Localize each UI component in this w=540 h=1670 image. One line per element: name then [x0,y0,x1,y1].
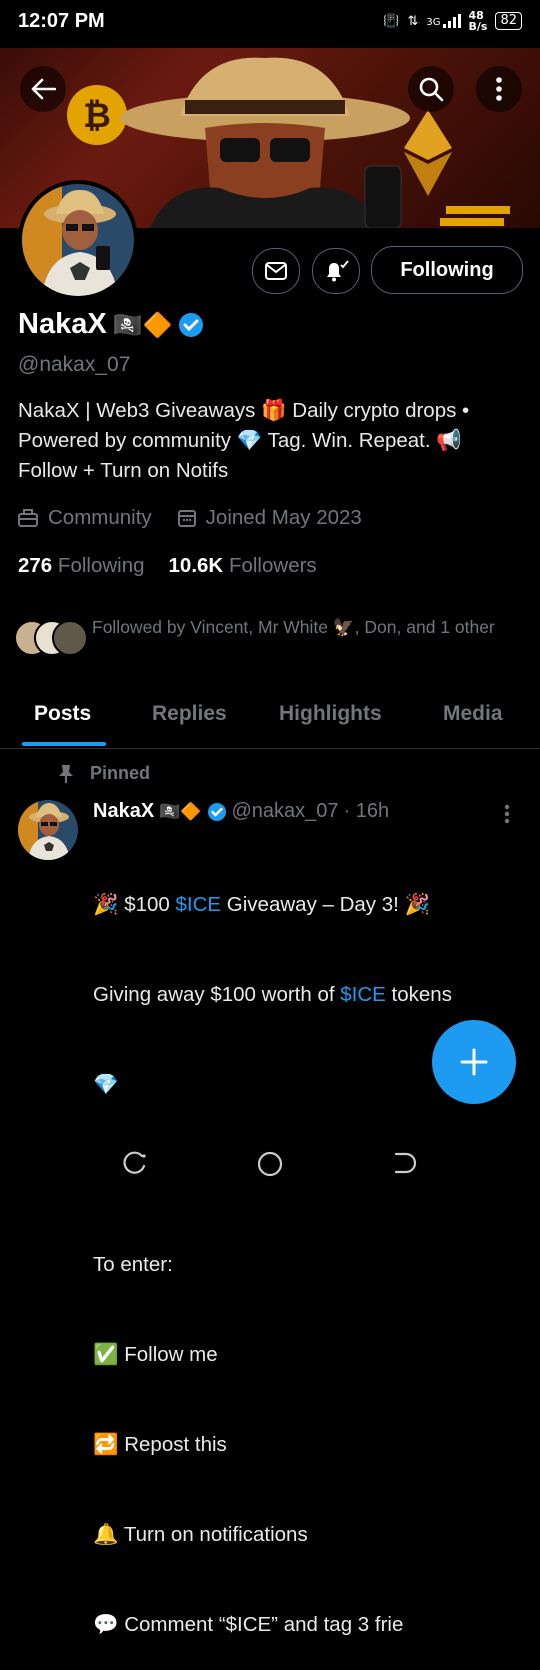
notifications-button[interactable] [312,248,360,294]
post-line: To enter: [93,1253,173,1276]
home-icon[interactable] [256,1150,284,1178]
data-speed: 48 B/s [468,9,488,33]
back-button[interactable] [20,66,66,112]
post-author-emoji: 🏴‍☠️🔶 [159,801,202,822]
envelope-icon [265,262,287,280]
post-text: 🎉 $100 $ICE Giveaway – Day 3! 🎉 Giving a… [93,830,538,1670]
pinned-label: Pinned [90,763,151,783]
search-button[interactable] [408,66,454,112]
recent-apps-icon[interactable] [122,1150,148,1176]
pinned-label-row: Pinned [58,763,150,784]
tab-highlights[interactable]: Highlights [279,702,382,726]
category-label: Community [48,506,152,529]
verified-badge-icon [207,802,226,821]
following-count-link[interactable]: 276 Following [18,554,145,578]
follower-avatar [52,620,88,656]
bio-line: NakaX | Web3 Giveaways 🎁 Daily crypto dr… [18,399,470,422]
profile-handle: @nakax_07 [18,353,131,376]
signal-icon: 3G [426,14,461,28]
post-line: 🔔 Turn on notifications [93,1523,308,1546]
compose-post-button[interactable] [432,1020,516,1104]
svg-text:₿: ₿ [83,96,111,136]
post-more-button[interactable] [504,804,510,829]
pin-icon [59,764,73,783]
more-options-button[interactable] [476,66,522,112]
system-nav-bar [0,1128,540,1200]
follow-counts: 276 Following 10.6K Followers [18,554,317,578]
avatar-image [18,800,78,860]
joined-label: Joined May 2023 [205,506,362,529]
avatar-image [22,184,134,296]
post-author-handle: @nakax_07 [231,800,339,822]
more-vertical-icon [496,77,502,101]
tab-replies[interactable]: Replies [152,702,227,726]
tab-posts[interactable]: Posts [34,702,91,726]
plus-icon [460,1048,488,1076]
network-type: 3G [426,17,441,28]
cashtag-link[interactable]: $ICE [340,983,386,1006]
profile-name: NakaX [18,308,107,340]
bell-check-icon [327,260,349,282]
category-item: Community [18,506,152,530]
battery-indicator: 82 [495,12,522,30]
post-author-avatar[interactable] [18,800,78,860]
bio-line: Follow + Turn on Notifs [18,459,229,482]
status-bar: 12:07 PM 📳 ⇅ 3G 48 B/s 82 [0,0,540,48]
post-header: NakaX 🏴‍☠️🔶 @nakax_07 · 16h [93,800,389,823]
bio-line: Powered by community 💎 Tag. Win. Repeat.… [18,429,462,452]
profile-meta: Community Joined May 2023 [18,506,362,530]
message-button[interactable] [252,248,300,294]
following-button[interactable]: Following [371,246,523,294]
followers-count-link[interactable]: 10.6K Followers [169,554,317,578]
profile-name-row: NakaX 🏴‍☠️🔶 [18,308,204,341]
status-icons: 📳 ⇅ 3G 48 B/s 82 [383,10,522,32]
profile-bio: NakaX | Web3 Giveaways 🎁 Daily crypto dr… [18,396,528,486]
post-time: · 16h [343,800,390,822]
post-line: 🔁 Repost this [93,1433,227,1456]
joined-item: Joined May 2023 [177,506,362,530]
profile-avatar[interactable] [18,180,138,300]
active-tab-indicator [22,742,106,746]
post-line: 🎉 $100 $ICE Giveaway – Day 3! 🎉 [93,893,431,916]
search-icon [419,77,444,102]
tab-media[interactable]: Media [443,702,503,726]
briefcase-icon [18,509,38,527]
followed-by-text[interactable]: Followed by Vincent, Mr White 🦅, Don, an… [92,614,512,640]
data-arrows-icon: ⇅ [407,13,419,29]
calendar-icon [177,510,196,527]
back-nav-icon[interactable] [392,1150,418,1176]
post-line: ✅ Follow me [93,1343,218,1366]
signal-bars-icon [442,14,461,28]
post-author-name[interactable]: NakaX [93,800,154,823]
profile-name-emoji: 🏴‍☠️🔶 [112,310,173,339]
profile-tabs: Posts Replies Highlights Media [0,690,540,749]
arrow-left-icon [31,78,56,100]
status-time: 12:07 PM [18,10,105,32]
verified-badge-icon [179,312,204,337]
post-line: Giving away $100 worth of $ICE tokens [93,983,452,1006]
post-line: 💬 Comment “$ICE” and tag 3 frie [93,1613,404,1636]
more-vertical-icon [504,804,510,824]
vibrate-icon: 📳 [383,13,400,29]
cashtag-link[interactable]: $ICE [176,893,222,916]
